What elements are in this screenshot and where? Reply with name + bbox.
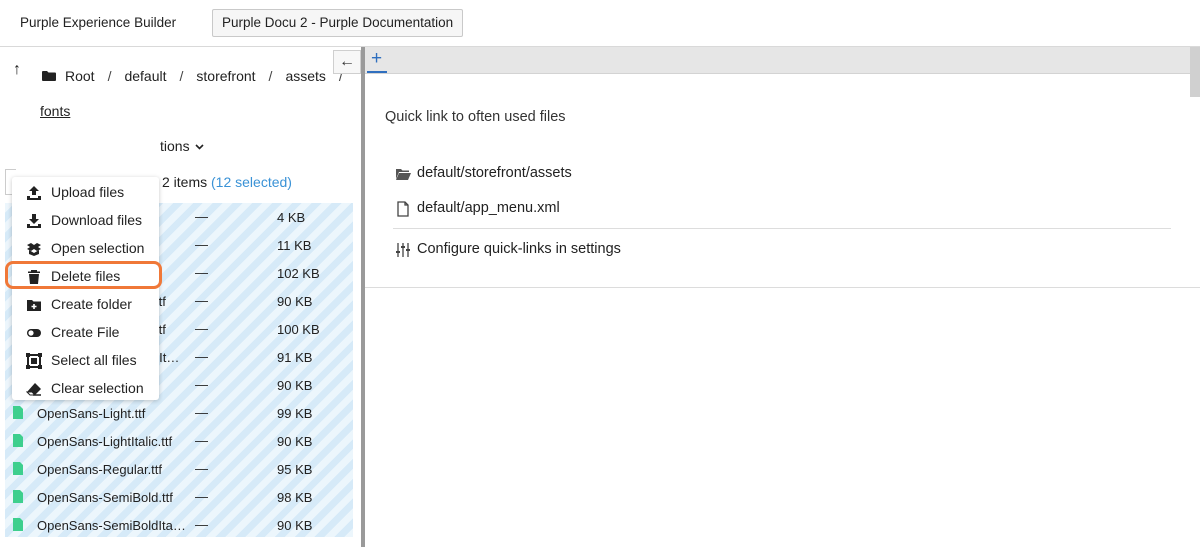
file-name: OpenSans-Regular.ttf [37,462,163,477]
breadcrumb-separator: / [107,68,112,84]
download-icon [27,214,41,228]
section-bottom-border [365,287,1200,288]
table-row[interactable]: OpenSans-SemiBoldIta… — 90 KB [5,511,353,539]
file-size: 90 KB [277,434,313,449]
file-name: OpenSans-SemiBold.ttf [37,490,173,505]
breadcrumb-separator: / [179,68,184,84]
file-size: 100 KB [277,322,320,337]
menu-item-open-selection[interactable]: Open selection [12,235,159,262]
file-modified: — [195,377,208,392]
file-size: 99 KB [277,406,313,421]
items-count: 2 items (12 selected) [162,174,292,190]
file-size: 98 KB [277,490,313,505]
breadcrumb-default[interactable]: default [124,68,166,84]
open-box-icon [27,243,41,256]
folder-icon [42,71,56,81]
file-size: 90 KB [277,378,313,393]
folder-open-icon [396,169,411,180]
eraser-icon [26,383,41,396]
menu-item-create-folder[interactable]: Create folder [12,291,159,318]
file-modified: — [195,517,208,532]
breadcrumb-separator: / [268,68,273,84]
file-icon [13,518,23,531]
menu-item-label: Create folder [51,296,132,312]
scrollbar[interactable] [1190,47,1200,97]
breadcrumb: Root / default / storefront / assets / [42,68,356,84]
quick-link-label: default/storefront/assets [417,165,572,181]
file-modified: — [195,265,208,280]
file-icon [13,490,23,503]
arrow-left-icon: ← [339,53,355,70]
top-bar: Purple Experience Builder Purple Docu 2 … [0,0,1200,47]
items-count-label: 2 items [162,174,208,190]
menu-item-label: Select all files [51,352,137,368]
file-size: 90 KB [277,294,313,309]
delete-files-highlight [5,261,162,289]
file-icon [13,462,23,475]
table-row[interactable]: OpenSans-LightItalic.ttf — 90 KB [5,427,353,455]
active-tab-indicator [367,71,387,73]
file-modified: — [195,237,208,252]
file-modified: — [195,209,208,224]
menu-item-label: Download files [51,212,143,228]
document-tab[interactable]: Purple Docu 2 - Purple Documentation [212,9,464,37]
add-tab-button[interactable]: + [371,47,382,71]
menu-item-create-file[interactable]: Create File [12,319,159,346]
chevron-down-icon [195,144,205,150]
menu-item-download-files[interactable]: Download files [12,207,159,234]
editor-pane: + Quick link to often used files default… [365,47,1200,547]
app-title: Purple Experience Builder [20,15,177,30]
breadcrumb-current-folder[interactable]: fonts [40,103,70,119]
file-icon [13,434,23,447]
menu-item-label: Upload files [51,184,125,200]
folder-plus-icon [27,300,41,311]
arrow-up-icon[interactable]: ↑ [13,61,21,79]
table-row[interactable]: OpenSans-Light.ttf — 99 KB [5,399,353,427]
menu-item-label: Create File [51,324,120,340]
quick-link-label: default/app_menu.xml [417,200,560,216]
configure-quick-links-label: Configure quick-links in settings [417,241,621,257]
tab-bar: + [365,47,1200,97]
file-modified: — [195,349,208,364]
quick-links-title: Quick link to often used files [385,109,566,125]
file-size: 11 KB [277,238,312,253]
file-modified: — [195,489,208,504]
breadcrumb-assets[interactable]: assets [285,68,325,84]
file-size: 91 KB [277,350,313,365]
selected-count[interactable]: (12 selected) [211,174,292,190]
file-name: OpenSans-Light.ttf [37,406,146,421]
collapse-pane-button[interactable]: ← [333,50,361,74]
select-all-icon [26,353,42,369]
file-modified: — [195,461,208,476]
divider [393,228,1171,229]
file-modified: — [195,405,208,420]
file-modified: — [195,433,208,448]
sliders-icon [396,243,410,257]
menu-item-upload-files[interactable]: Upload files [12,179,159,206]
menu-item-label: Clear selection [51,380,144,396]
file-modified: — [195,293,208,308]
file-size: 95 KB [277,462,313,477]
file-icon [397,201,409,217]
file-size: 102 KB [277,266,320,281]
menu-item-select-all-files[interactable]: Select all files [12,347,159,374]
file-name: OpenSans-SemiBoldIta… [37,518,185,533]
actions-label: tions [160,138,190,154]
menu-item-label: Open selection [51,240,145,256]
table-row[interactable]: OpenSans-SemiBold.ttf — 98 KB [5,483,353,511]
upload-icon [27,186,41,200]
file-name: OpenSans-LightItalic.ttf [37,434,173,449]
file-modified: — [195,321,208,336]
toggle-icon [27,329,41,337]
file-browser-pane: ↑ Root / default / storefront / assets /… [0,47,361,547]
file-size: 4 KB [277,210,306,225]
file-size: 90 KB [277,518,313,533]
breadcrumb-storefront[interactable]: storefront [196,68,255,84]
file-icon [13,406,23,419]
table-row[interactable]: OpenSans-Regular.ttf — 95 KB [5,455,353,483]
menu-item-clear-selection[interactable]: Clear selection [12,375,159,402]
breadcrumb-root[interactable]: Root [65,68,95,84]
actions-dropdown[interactable]: tions [160,138,205,154]
